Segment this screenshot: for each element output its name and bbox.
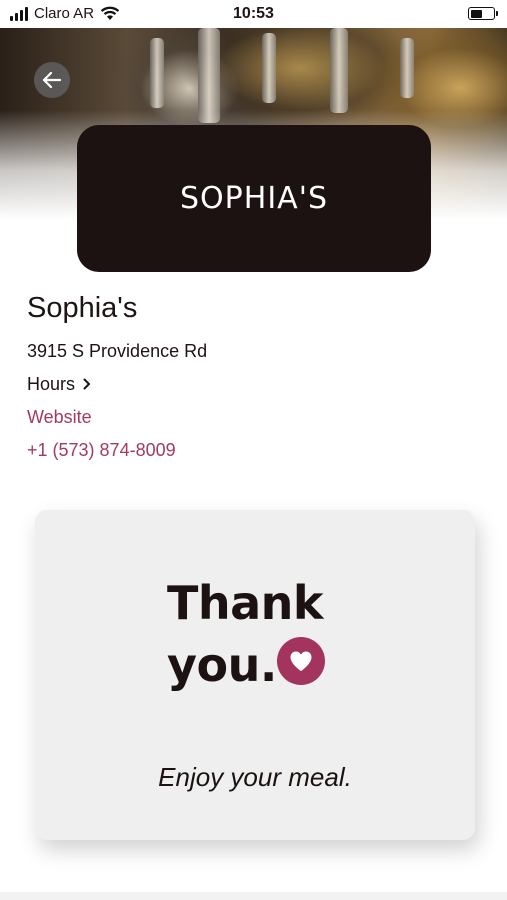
logo-text: SOPHIA'S: [180, 181, 328, 216]
battery-fill: [470, 9, 483, 18]
arrow-left-icon: [43, 72, 61, 88]
back-button[interactable]: [34, 62, 70, 98]
bottom-strip: [0, 892, 507, 900]
restaurant-address: 3915 S Providence Rd: [27, 341, 208, 361]
battery-icon: [468, 7, 498, 20]
beer-tap-image: [400, 38, 414, 98]
beer-tap-image: [262, 33, 276, 103]
heart-badge: [277, 637, 325, 685]
hours-button[interactable]: Hours: [27, 373, 487, 395]
chevron-right-icon: [83, 378, 91, 390]
status-bar: Claro AR 10:53: [0, 0, 507, 28]
restaurant-name: Sophia's: [27, 292, 138, 324]
heart-icon: [290, 651, 312, 671]
beer-tap-image: [330, 28, 348, 113]
thank-you-line1: Thank: [167, 576, 324, 630]
beer-tap-image: [198, 28, 220, 123]
enjoy-meal-text: Enjoy your meal.: [158, 762, 352, 792]
beer-tap-image: [150, 38, 164, 108]
restaurant-logo: SOPHIA'S: [77, 125, 431, 272]
website-link[interactable]: Website: [27, 406, 487, 428]
hours-label: Hours: [27, 374, 76, 394]
status-time: 10:53: [233, 5, 274, 22]
thank-you-card: Thank you. Enjoy your meal.: [35, 510, 475, 840]
restaurant-info: Sophia's 3915 S Providence Rd Hours Webs…: [27, 288, 487, 461]
phone-link[interactable]: +1 (573) 874-8009: [27, 439, 487, 461]
